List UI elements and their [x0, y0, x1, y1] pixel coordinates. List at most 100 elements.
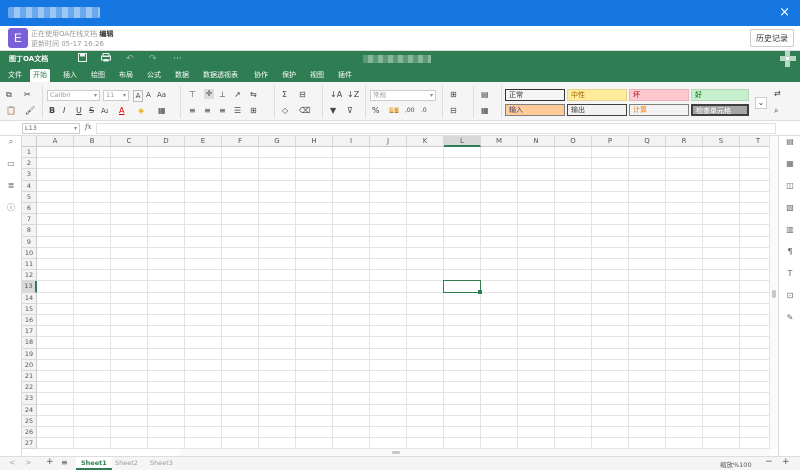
find-icon[interactable]: ⌕ [774, 106, 778, 116]
column-header[interactable]: C [111, 136, 148, 147]
row-header[interactable]: 14 [22, 292, 37, 304]
row-header[interactable]: 5 [22, 191, 37, 203]
row-header[interactable]: 13 [22, 281, 37, 293]
style-bad[interactable]: 坏 [629, 89, 689, 101]
menu-file[interactable]: 文件 [5, 69, 25, 82]
styles-expand-icon[interactable]: ⌄ [755, 97, 767, 109]
menu-protect[interactable]: 保护 [279, 69, 299, 82]
style-calculation[interactable]: 计算 [629, 104, 689, 116]
align-top-icon[interactable]: ⊤ [189, 90, 196, 100]
row-header[interactable]: 18 [22, 337, 37, 349]
font-size-select[interactable]: 11 ▾ [103, 90, 129, 101]
column-header[interactable]: D [148, 136, 185, 147]
row-header[interactable]: 9 [22, 236, 37, 248]
clear-filter-icon[interactable]: ⊽ [347, 106, 353, 116]
row-header[interactable]: 25 [22, 415, 37, 427]
close-icon[interactable]: × [779, 4, 790, 22]
column-header[interactable]: H [296, 136, 333, 147]
row-header[interactable]: 16 [22, 315, 37, 327]
style-output[interactable]: 输出 [567, 104, 627, 116]
name-box[interactable]: L13 ▾ [22, 123, 80, 134]
column-header[interactable]: K [407, 136, 444, 147]
search-icon[interactable]: ⌕ [5, 136, 17, 148]
menu-layout[interactable]: 布局 [116, 69, 136, 82]
column-header[interactable]: S [703, 136, 740, 147]
italic-icon[interactable]: I [63, 106, 65, 116]
select-all-corner[interactable] [22, 136, 37, 147]
wrap-text-icon[interactable]: ⇆ [250, 90, 257, 100]
table-settings-icon[interactable]: ▦ [784, 158, 796, 170]
column-header[interactable]: O [555, 136, 592, 147]
comment-icon[interactable]: ▭ [5, 158, 17, 170]
horizontal-scroll-thumb[interactable] [392, 451, 400, 454]
sheet-list-icon[interactable]: ≡ [61, 458, 68, 467]
column-header[interactable]: F [222, 136, 259, 147]
row-header[interactable]: 19 [22, 348, 37, 360]
font-color-icon[interactable]: A [119, 106, 124, 116]
align-middle-icon[interactable]: ✛ [204, 89, 214, 99]
plus-cross-icon[interactable] [780, 51, 796, 67]
subscript-icon[interactable]: A₂ [101, 106, 109, 116]
add-sheet-icon[interactable]: + [46, 457, 54, 467]
zoom-in-icon[interactable]: + [782, 457, 790, 467]
redo-icon[interactable]: ↷ [149, 53, 157, 65]
row-header[interactable]: 6 [22, 203, 37, 215]
row-header[interactable]: 12 [22, 270, 37, 282]
fill-color-icon[interactable]: ◈ [138, 106, 144, 116]
menu-collab[interactable]: 协作 [251, 69, 271, 82]
filter-icon[interactable]: ▼ [330, 106, 336, 116]
row-header[interactable]: 15 [22, 303, 37, 315]
row-header[interactable]: 2 [22, 158, 37, 170]
column-header[interactable]: N [518, 136, 555, 147]
sum-icon[interactable]: Σ [282, 90, 287, 100]
menu-draw[interactable]: 绘图 [88, 69, 108, 82]
column-header[interactable]: I [333, 136, 370, 147]
borders-icon[interactable]: ▦ [158, 106, 166, 116]
justify-icon[interactable]: ☰ [234, 106, 241, 116]
column-header[interactable]: P [592, 136, 629, 147]
row-header[interactable]: 8 [22, 225, 37, 237]
menu-plugins[interactable]: 插件 [335, 69, 355, 82]
menu-data[interactable]: 数据 [172, 69, 192, 82]
text-orientation-icon[interactable]: ↗ [234, 90, 241, 100]
format-as-table-icon[interactable]: ▦ [481, 106, 489, 116]
menu-insert[interactable]: 插入 [60, 69, 80, 82]
row-header[interactable]: 17 [22, 326, 37, 338]
paste-icon[interactable]: 📋 [6, 106, 16, 116]
row-header[interactable]: 1 [22, 147, 37, 159]
zoom-out-icon[interactable]: − [765, 457, 773, 467]
column-header[interactable]: E [185, 136, 222, 147]
align-left-icon[interactable]: ≡ [189, 106, 196, 116]
cell-settings-icon[interactable]: ▤ [784, 136, 796, 148]
row-header[interactable]: 10 [22, 247, 37, 259]
pivot-settings-icon[interactable]: ⊡ [784, 290, 796, 302]
strikethrough-icon[interactable]: S [89, 106, 94, 116]
style-input[interactable]: 输入 [505, 104, 565, 116]
column-header[interactable]: Q [629, 136, 666, 147]
conditional-format-icon[interactable]: ▤ [481, 90, 489, 100]
delete-cells-icon[interactable]: ⊟ [450, 106, 457, 116]
row-header[interactable]: 7 [22, 214, 37, 226]
replace-icon[interactable]: ⇄ [774, 89, 781, 99]
column-header[interactable]: B [74, 136, 111, 147]
image-settings-icon[interactable]: ▧ [784, 202, 796, 214]
align-bottom-icon[interactable]: ⊥ [219, 90, 226, 100]
eraser-icon[interactable]: ⌫ [299, 106, 310, 116]
row-header[interactable]: 26 [22, 427, 37, 439]
prev-sheet-icon[interactable]: < [9, 458, 16, 467]
column-header[interactable]: M [481, 136, 518, 147]
copy-icon[interactable]: ⧉ [6, 90, 12, 100]
column-header[interactable]: G [259, 136, 296, 147]
more-icon[interactable]: ··· [173, 53, 182, 65]
active-cell-selection[interactable] [443, 280, 481, 293]
shape-settings-icon[interactable]: ◫ [784, 180, 796, 192]
decrease-font-icon[interactable]: A [146, 90, 151, 100]
underline-icon[interactable]: U [76, 106, 82, 116]
row-header[interactable]: 20 [22, 359, 37, 371]
menu-view[interactable]: 视图 [307, 69, 327, 82]
info-icon[interactable]: ⓘ [5, 202, 17, 214]
signature-icon[interactable]: ✎ [784, 312, 796, 324]
spreadsheet-grid[interactable]: A B C D E F G H I J K L M N O P Q R S T 1 2 3 4 5 6 7 8 9 10 11 12 13 14 1… [22, 136, 769, 449]
row-header[interactable]: 21 [22, 371, 37, 383]
increase-font-icon[interactable]: A [133, 90, 143, 102]
